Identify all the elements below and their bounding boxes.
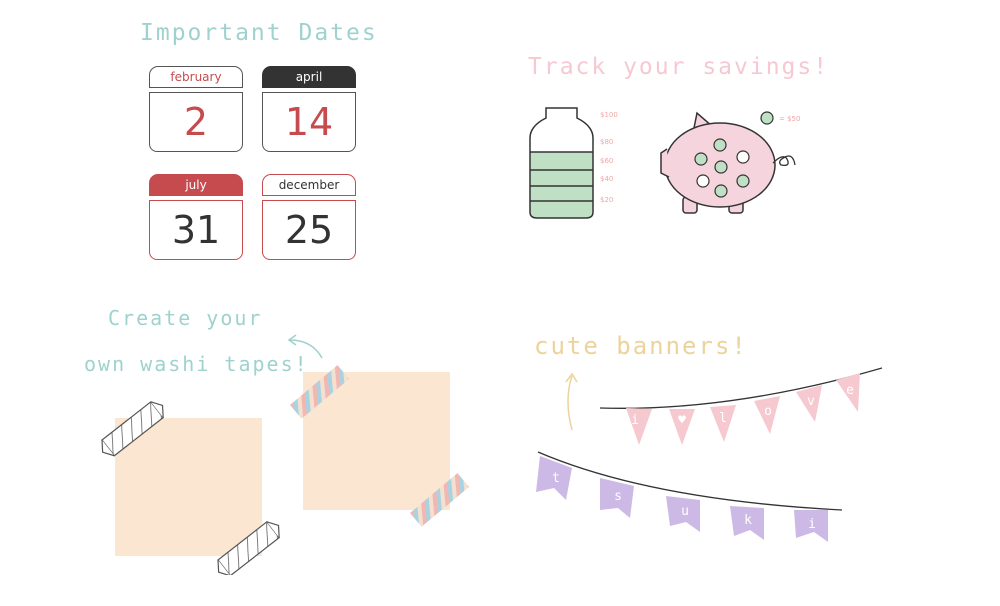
top-banner-heart-icon: ♥ <box>678 413 686 428</box>
jar-amount-label: $20 <box>600 196 613 204</box>
calendar-december: december 25 <box>262 174 356 260</box>
coin-legend-label: = $50 <box>779 115 800 123</box>
savings-jar-illustration: $100 $80 $60 $40 $20 <box>529 107 618 219</box>
washi-tape-color-2 <box>410 473 470 527</box>
bottom-banner-letter: u <box>681 504 689 519</box>
calendar-month: april <box>262 66 356 88</box>
calendar-month: february <box>149 66 243 88</box>
important-dates-heading: Important Dates <box>140 20 378 46</box>
washi-tape-outline-2 <box>217 520 281 575</box>
calendar-february: february 2 <box>149 66 243 152</box>
calendar-april: april 14 <box>262 66 356 152</box>
washi-heading-line1: Create your <box>108 306 263 330</box>
calendar-day: 14 <box>262 92 356 152</box>
washi-tape-outline-1 <box>101 400 165 457</box>
top-banner-letter: e <box>846 383 854 398</box>
calendar-month: july <box>149 174 243 196</box>
savings-heading: Track your savings! <box>528 54 830 80</box>
calendar-day: 2 <box>149 92 243 152</box>
bottom-banner-letter: k <box>744 513 752 528</box>
jar-amount-label: $60 <box>600 157 613 165</box>
jar-amount-label: $40 <box>600 175 613 183</box>
calendar-july: july 31 <box>149 174 243 260</box>
bottom-banner-letter: i <box>808 517 816 532</box>
top-banner-letter: l <box>719 411 727 426</box>
coin-legend-icon <box>760 111 774 125</box>
jar-fill <box>530 152 593 218</box>
washi-tape-color-1 <box>290 365 350 419</box>
washi-tapes-illustration <box>101 365 470 575</box>
jar-amount-label: $80 <box>600 138 613 146</box>
top-banner-letter: i <box>631 413 639 428</box>
calendar-day: 31 <box>149 200 243 260</box>
calendar-month: december <box>262 174 356 196</box>
jar-amount-label: $100 <box>600 111 618 119</box>
calendar-day: 25 <box>262 200 356 260</box>
piggy-bank-illustration: = $50 <box>660 111 800 214</box>
banners-illustration: i ♥ l o v e t s u k i <box>536 367 883 542</box>
top-banner-letter: o <box>764 404 772 419</box>
bottom-banner-letter: t <box>552 471 560 486</box>
top-banner-letter: v <box>807 394 815 409</box>
banners-heading: cute banners! <box>534 332 748 360</box>
bottom-banner-letter: s <box>614 489 622 504</box>
